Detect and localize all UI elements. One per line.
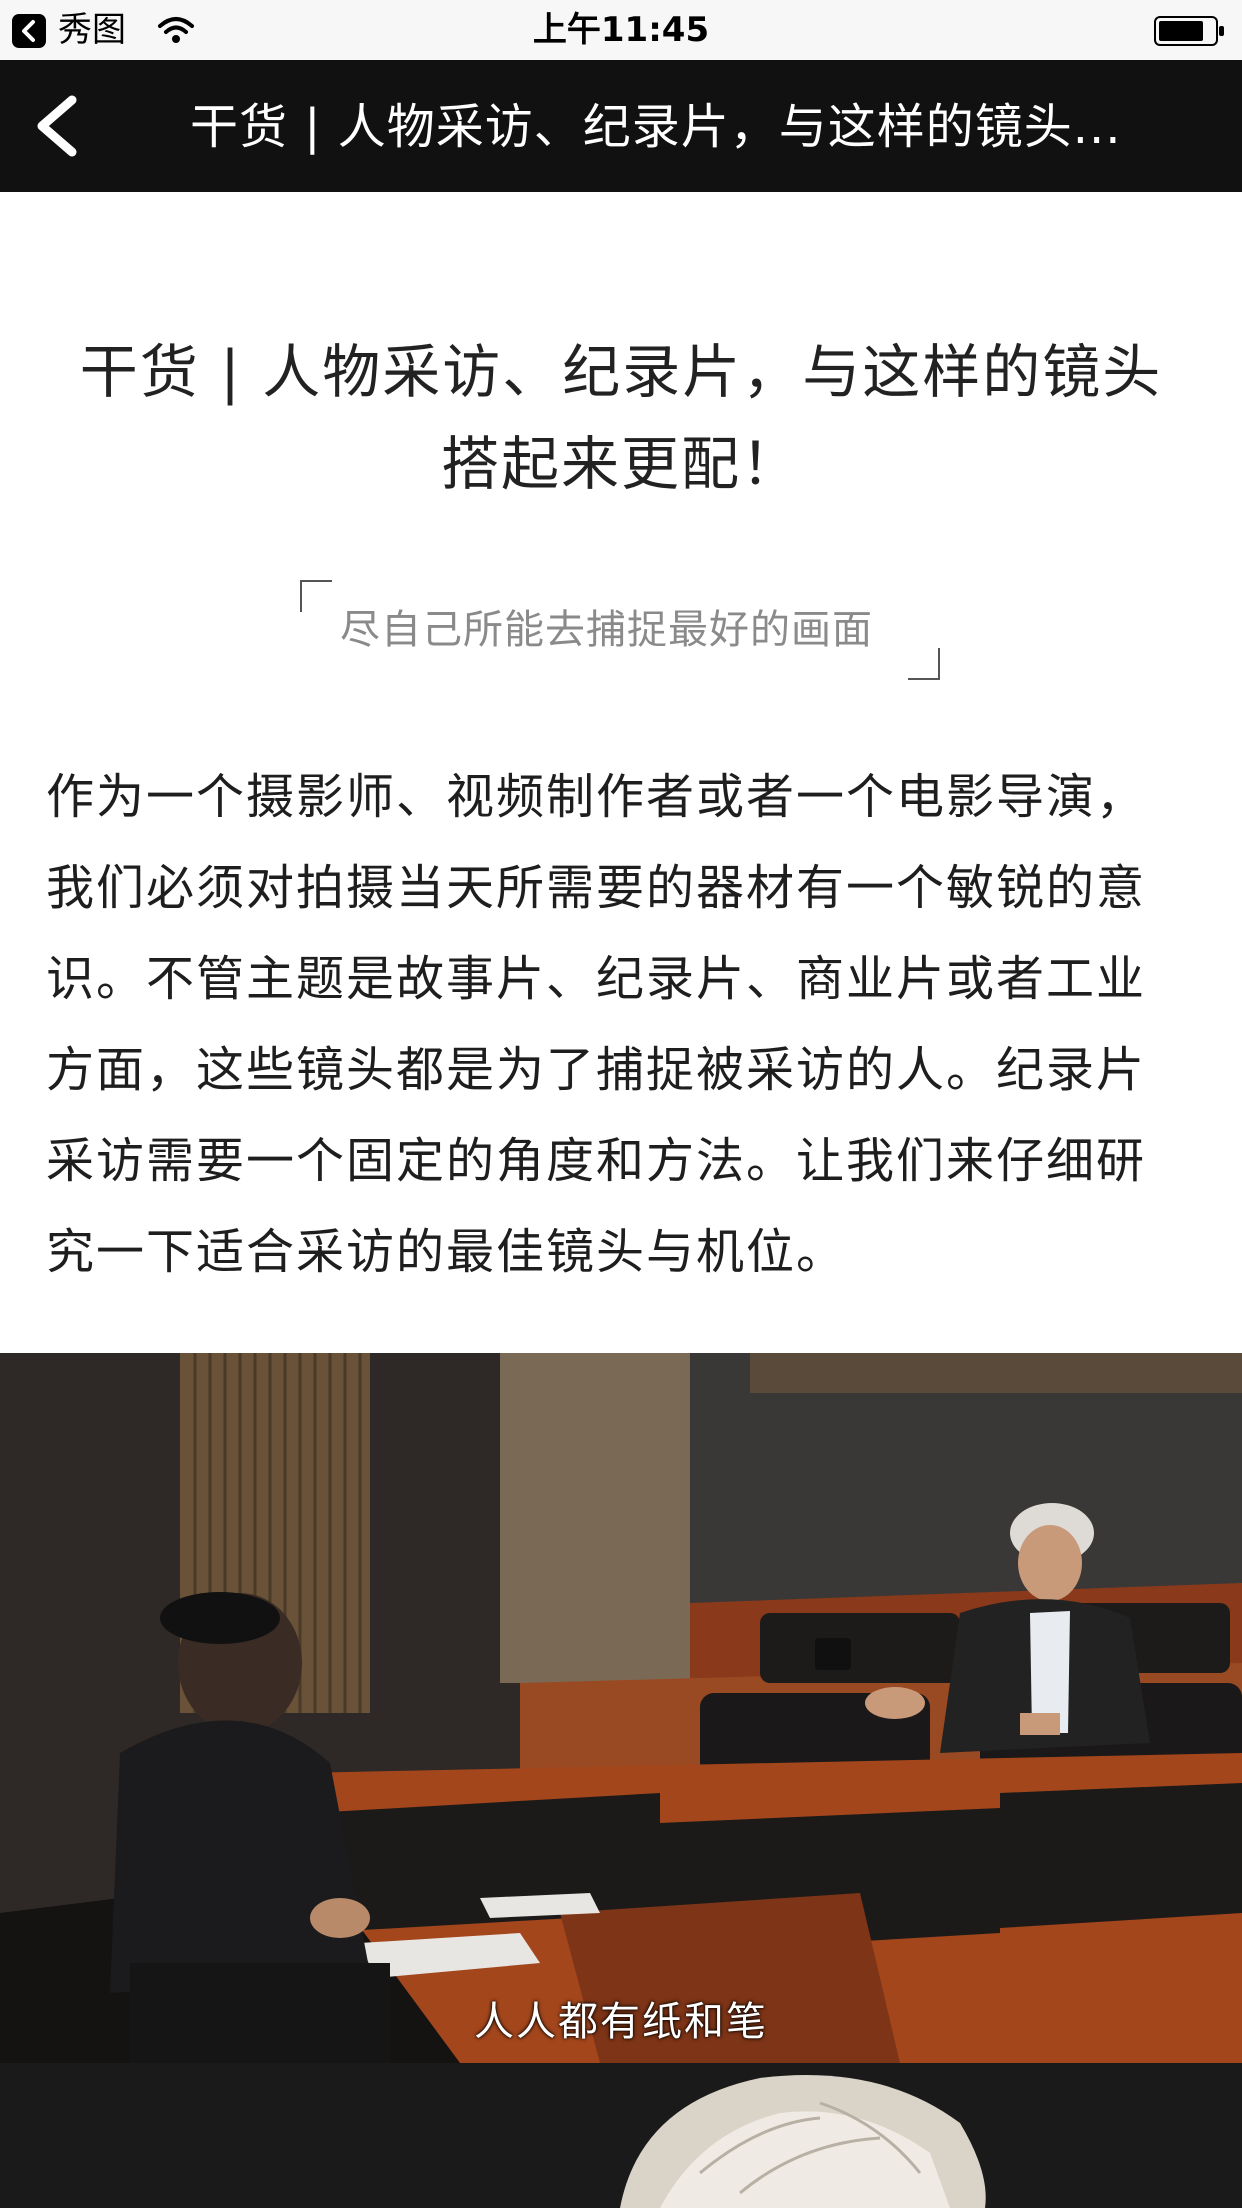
status-bar: 秀图 上午11:45 [0, 0, 1242, 60]
paragraph-line: 采访需要一个固定的角度和方法。让我们来仔细研 [46, 1133, 1147, 1189]
status-time: 上午11:45 [532, 10, 710, 50]
back-button[interactable] [28, 94, 88, 158]
interview-photo[interactable] [0, 1353, 1242, 2063]
chevron-left-icon [37, 95, 77, 157]
paragraph-line: 方面，这些镜头都是为了捕捉被采访的人。纪录片 [46, 1042, 1147, 1098]
battery-icon [1154, 16, 1224, 46]
quote-open-mark [300, 580, 332, 612]
article-paragraph: 作为一个摄影师、视频制作者或者一个电影导演， 我们必须对拍摄当天所需要的器材有一… [46, 752, 1196, 1298]
paragraph-line: 识。不管主题是故事片、纪录片、商业片或者工业 [46, 951, 1147, 1007]
image-subtitle: 人人都有纸和笔 [474, 1999, 768, 2045]
paragraph-line: 作为一个摄影师、视频制作者或者一个电影导演， [46, 769, 1147, 825]
article-title-line-1: 干货 | 人物采访、纪录片，与这样的镜头 [79, 338, 1163, 406]
next-photo[interactable] [0, 2063, 1242, 2208]
nav-title: 干货 | 人物采访、纪录片，与这样的镜头... [190, 99, 1122, 155]
nav-bar: 干货 | 人物采访、纪录片，与这样的镜头... [0, 60, 1242, 192]
pull-quote: 尽自己所能去捕捉最好的画面 [340, 607, 873, 653]
article-title: 干货 | 人物采访、纪录片，与这样的镜头 搭起来更配！ [50, 326, 1192, 510]
paragraph-line: 我们必须对拍摄当天所需要的器材有一个敏锐的意 [46, 860, 1147, 916]
quote-close-mark [908, 648, 940, 680]
article-title-line-2: 搭起来更配！ [440, 430, 801, 498]
paragraph-line: 究一下适合采访的最佳镜头与机位。 [46, 1224, 847, 1280]
